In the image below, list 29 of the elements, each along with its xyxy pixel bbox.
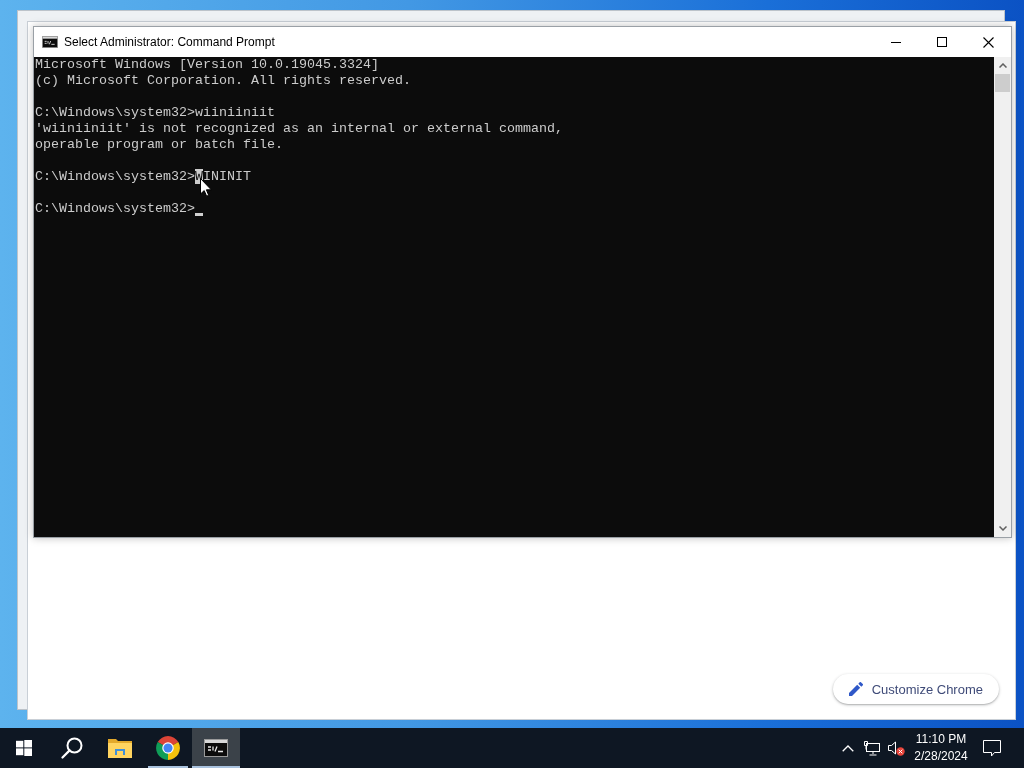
maximize-icon [937, 37, 947, 47]
minimize-icon [891, 41, 901, 43]
search-icon [61, 737, 83, 759]
network-icon [864, 740, 880, 756]
console-line: (c) Microsoft Corporation. All rights reserved. [35, 73, 411, 89]
terminal-icon [42, 36, 58, 48]
scrollbar[interactable] [994, 57, 1011, 537]
console-line: Microsoft Windows [Version 10.0.19045.3324] [35, 57, 379, 73]
windows-logo-icon [16, 740, 32, 756]
pencil-icon [848, 682, 863, 696]
chevron-up-icon [998, 63, 1007, 68]
clock-time[interactable]: 11:10 PM [915, 732, 967, 747]
terminal-icon [204, 739, 228, 757]
console-line: 'wiiniiniit' is not recognized as an internal or external command, [35, 121, 563, 137]
chrome-logo-icon [155, 735, 181, 761]
console-line: C:\Windows\system32> [35, 201, 195, 217]
window-title: Select Administrator: Command Prompt [64, 35, 275, 49]
close-icon [982, 36, 994, 48]
console-line: operable program or batch file. [35, 137, 283, 153]
taskbar-button[interactable] [192, 728, 240, 768]
clock-date[interactable]: 2/28/2024 [914, 749, 968, 764]
speech-bubble-icon [983, 739, 1001, 757]
customize-chrome-button[interactable]: Customize Chrome [832, 674, 999, 704]
folder-icon [108, 738, 132, 758]
chevron-up-icon [842, 744, 854, 752]
mouse-pointer-icon [200, 178, 212, 197]
console-line: C:\Windows\system32>wiiniiniit [35, 105, 275, 121]
chevron-down-icon [998, 526, 1007, 531]
scrollbar-thumb[interactable] [995, 74, 1010, 92]
